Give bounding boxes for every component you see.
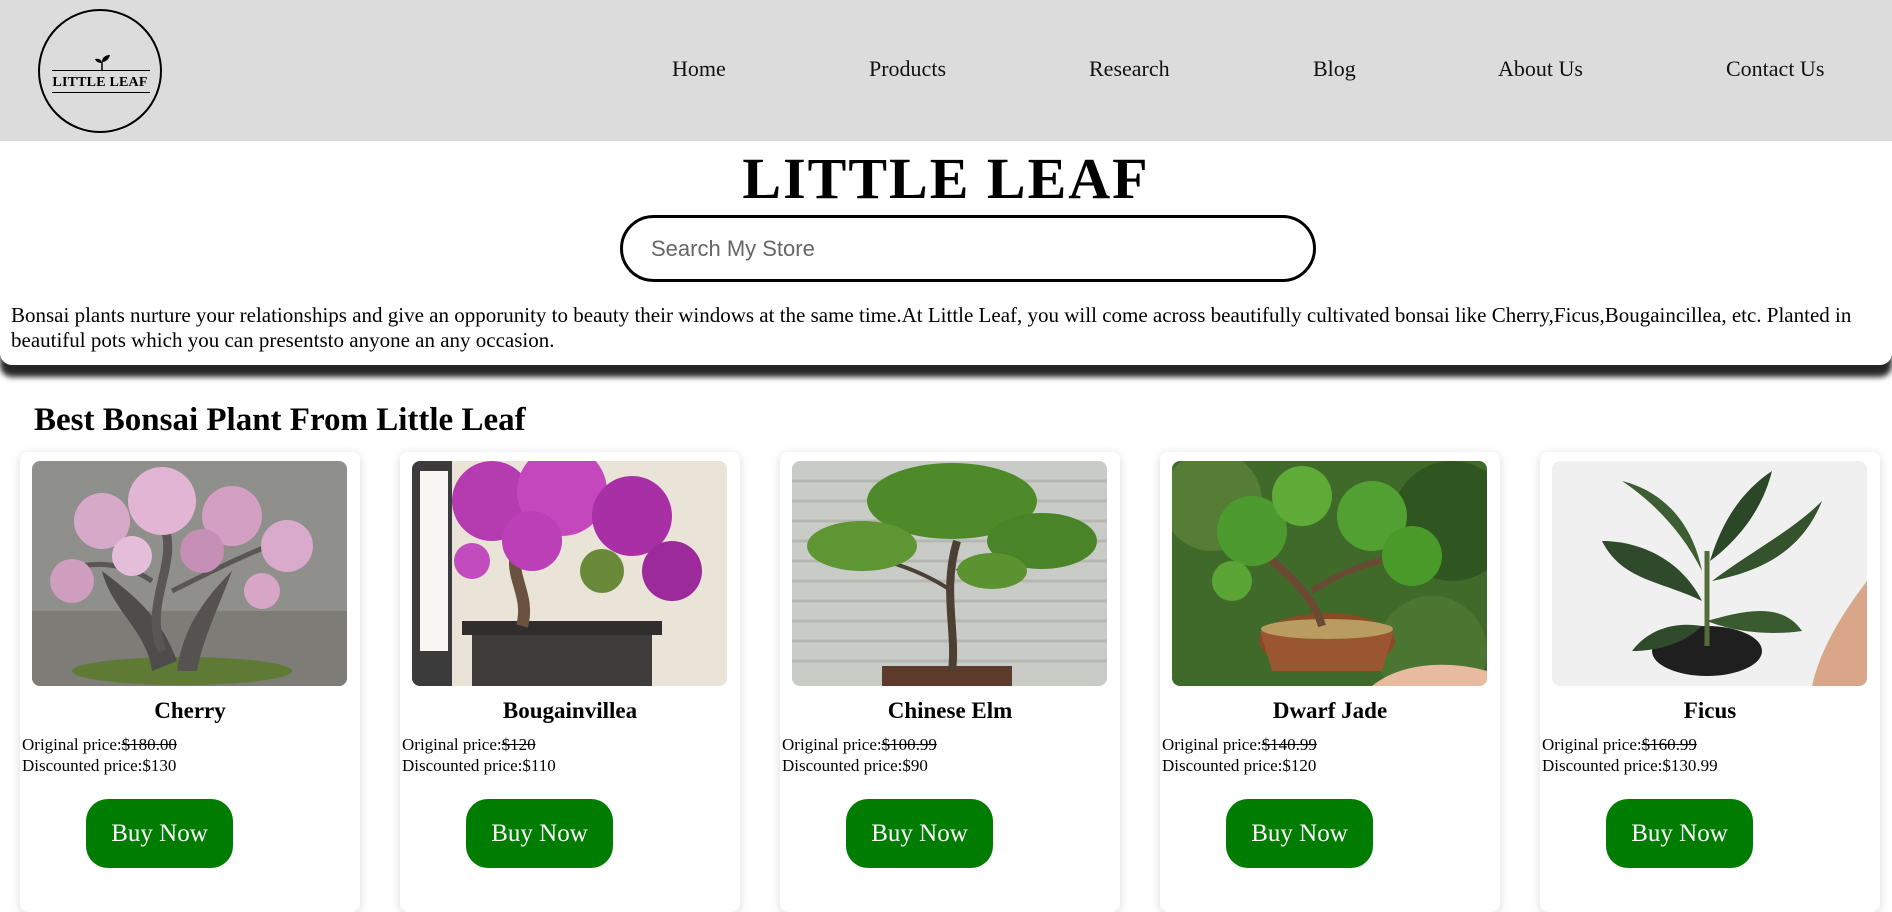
discounted-price: Discounted price:$110 (402, 756, 556, 775)
nav-research[interactable]: Research (1089, 56, 1170, 82)
original-price: Original price:$120 (402, 735, 536, 754)
original-price-value: $140.99 (1261, 735, 1317, 754)
nav-about-us[interactable]: About Us (1498, 56, 1583, 82)
buy-now-button[interactable]: Buy Now (1606, 799, 1753, 868)
product-name: Chinese Elm (887, 698, 1013, 723)
product-image-chinese-elm (792, 461, 1107, 686)
original-price-value: $100.99 (881, 735, 937, 754)
buy-now-button[interactable]: Buy Now (466, 799, 613, 868)
buy-now-button[interactable]: Buy Now (86, 799, 233, 868)
product-image-cherry (32, 461, 347, 686)
product-name: Cherry (154, 698, 226, 723)
discounted-price: Discounted price:$120 (1162, 756, 1317, 775)
navbar: LITTLE LEAF Home Products Research Blog … (0, 0, 1892, 141)
discounted-price-value: $120 (1282, 756, 1317, 775)
original-price-value: $160.99 (1641, 735, 1697, 754)
nav-products[interactable]: Products (869, 56, 946, 82)
sprout-icon (95, 55, 110, 70)
product-card-dwarf-jade: Dwarf Jade Original price:$140.99 Discou… (1160, 452, 1500, 912)
buy-now-button[interactable]: Buy Now (1226, 799, 1373, 868)
original-price: Original price:$160.99 (1542, 735, 1697, 754)
nav-blog[interactable]: Blog (1313, 56, 1356, 82)
intro-text: Bonsai plants nurture your relationships… (0, 293, 1892, 365)
nav-contact-us[interactable]: Contact Us (1726, 56, 1824, 82)
discounted-price-value: $130 (142, 756, 177, 775)
product-name: Dwarf Jade (1272, 698, 1388, 723)
discounted-price: Discounted price:$130 (22, 756, 177, 775)
original-price: Original price:$100.99 (782, 735, 937, 754)
buy-now-button[interactable]: Buy Now (846, 799, 993, 868)
product-name: Bougainvillea (502, 698, 638, 723)
product-card-bougainvillea: Bougainvillea Original price:$120 Discou… (400, 452, 740, 912)
discounted-price: Discounted price:$130.99 (1542, 756, 1718, 775)
nav-home[interactable]: Home (672, 56, 726, 82)
discounted-price: Discounted price:$90 (782, 756, 928, 775)
original-price-value: $120 (501, 735, 536, 754)
discounted-price-value: $130.99 (1662, 756, 1718, 775)
product-image-dwarf-jade (1172, 461, 1487, 686)
product-image-bougainvillea (412, 461, 727, 686)
original-price-value: $180.00 (121, 735, 177, 754)
site-title: LITTLE LEAF (742, 146, 1150, 211)
product-card-cherry: Cherry Original price:$180.00 Discounted… (20, 452, 360, 912)
logo-text: LITTLE LEAF (52, 75, 148, 90)
product-image-ficus (1552, 461, 1867, 686)
logo-line-top (52, 70, 150, 71)
logo-line-bottom (52, 92, 150, 93)
search-input[interactable] (620, 215, 1316, 282)
product-card-chinese-elm: Chinese Elm Original price:$100.99 Disco… (780, 452, 1120, 912)
section-title: Best Bonsai Plant From Little Leaf (34, 402, 526, 438)
original-price: Original price:$180.00 (22, 735, 177, 754)
original-price: Original price:$140.99 (1162, 735, 1317, 754)
discounted-price-value: $110 (522, 756, 556, 775)
logo[interactable]: LITTLE LEAF (38, 9, 162, 133)
discounted-price-value: $90 (902, 756, 928, 775)
product-card-ficus: Ficus Original price:$160.99 Discounted … (1540, 452, 1880, 912)
product-name: Ficus (1683, 698, 1737, 723)
